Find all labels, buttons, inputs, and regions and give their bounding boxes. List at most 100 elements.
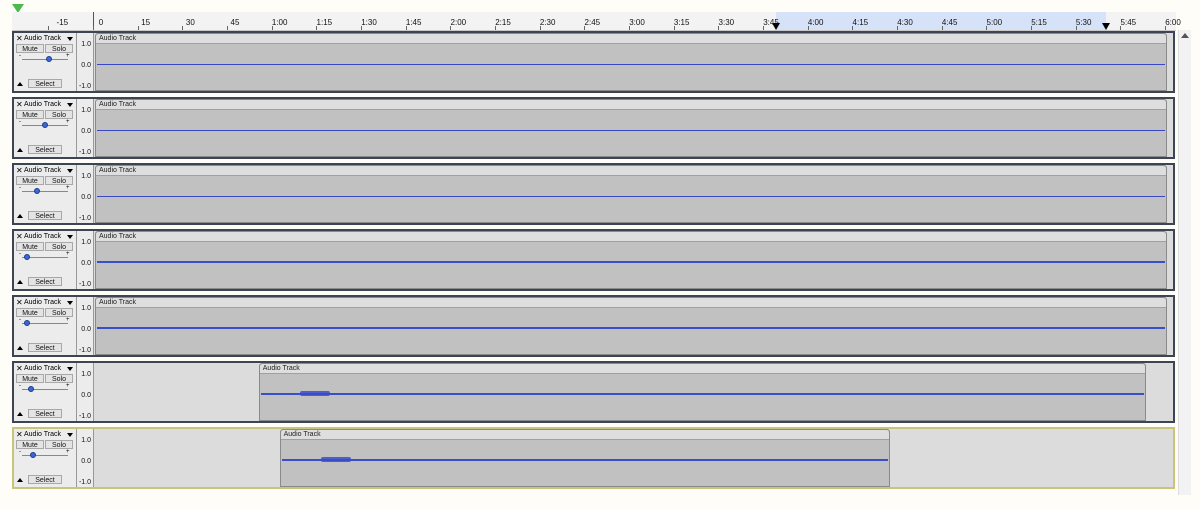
- pan-slider[interactable]: [22, 455, 68, 456]
- mute-button[interactable]: Mute: [16, 110, 44, 119]
- track-name-menu[interactable]: Audio Track: [24, 298, 61, 307]
- vertical-scrollbar[interactable]: [1178, 30, 1191, 495]
- dropdown-icon[interactable]: [67, 433, 73, 437]
- pan-slider-thumb[interactable]: [30, 452, 36, 458]
- close-icon[interactable]: ✕: [16, 299, 23, 307]
- audio-clip[interactable]: Audio Track: [95, 297, 1167, 355]
- mute-button[interactable]: Mute: [16, 440, 44, 449]
- clip-name: Audio Track: [99, 167, 136, 174]
- audio-clip[interactable]: Audio Track: [95, 231, 1167, 289]
- pan-slider[interactable]: [22, 191, 68, 192]
- collapse-icon[interactable]: [17, 346, 23, 350]
- pan-slider-thumb[interactable]: [42, 122, 48, 128]
- audio-track[interactable]: ✕ Audio Track Mute Solo - + Select 1.0 0…: [12, 31, 1175, 93]
- waveform: [97, 327, 1165, 329]
- ruler-tick-label: 1:45: [405, 18, 422, 27]
- clip-header[interactable]: Audio Track: [280, 430, 890, 440]
- close-icon[interactable]: ✕: [16, 431, 23, 439]
- clip-header[interactable]: Audio Track: [259, 364, 1146, 374]
- collapse-icon[interactable]: [17, 214, 23, 218]
- mute-button[interactable]: Mute: [16, 374, 44, 383]
- close-icon[interactable]: ✕: [16, 233, 23, 241]
- solo-button[interactable]: Solo: [45, 308, 73, 317]
- ruler-tick-label: 3:45: [763, 18, 779, 27]
- select-button[interactable]: Select: [28, 343, 62, 352]
- clip-header[interactable]: Audio Track: [96, 298, 1166, 308]
- clip-header[interactable]: Audio Track: [96, 100, 1166, 110]
- select-button[interactable]: Select: [28, 409, 62, 418]
- clip-header[interactable]: Audio Track: [96, 166, 1166, 176]
- mute-button[interactable]: Mute: [16, 242, 44, 251]
- audio-track[interactable]: ✕ Audio Track Mute Solo - + Select 1.0 0…: [12, 427, 1175, 489]
- audio-track[interactable]: ✕ Audio Track Mute Solo - + Select 1.0 0…: [12, 295, 1175, 357]
- scroll-up-icon[interactable]: [1181, 33, 1189, 38]
- audio-track[interactable]: ✕ Audio Track Mute Solo - + Select 1.0 0…: [12, 229, 1175, 291]
- pan-min-label: -: [19, 317, 21, 323]
- waveform: [97, 196, 1165, 197]
- select-button[interactable]: Select: [28, 145, 62, 154]
- dropdown-icon[interactable]: [67, 37, 73, 41]
- ruler-tick-mark: [361, 26, 362, 30]
- timeline-ruler[interactable]: -15 0 15 30 45 1:00 1:15 1:30 1:45 2:00 2:15 2:30 2:…: [12, 12, 1181, 31]
- pan-slider-thumb[interactable]: [24, 254, 30, 260]
- audio-track[interactable]: ✕ Audio Track Mute Solo - + Select 1.0 0…: [12, 163, 1175, 225]
- solo-button[interactable]: Solo: [45, 242, 73, 251]
- audio-track[interactable]: ✕ Audio Track Mute Solo - + Select 1.0 0…: [12, 97, 1175, 159]
- select-button[interactable]: Select: [28, 277, 62, 286]
- track-control-panel: ✕ Audio Track Mute Solo - + Select: [14, 33, 77, 91]
- ruler-tick-mark: [763, 26, 764, 30]
- select-button[interactable]: Select: [28, 211, 62, 220]
- pan-slider-thumb[interactable]: [34, 188, 40, 194]
- pan-slider-thumb[interactable]: [46, 56, 52, 62]
- close-icon[interactable]: ✕: [16, 365, 23, 373]
- select-button[interactable]: Select: [28, 79, 62, 88]
- close-icon[interactable]: ✕: [16, 101, 23, 109]
- mute-button[interactable]: Mute: [16, 44, 44, 53]
- audio-clip[interactable]: Audio Track: [258, 363, 1147, 421]
- solo-button[interactable]: Solo: [45, 440, 73, 449]
- audio-clip[interactable]: Audio Track: [279, 429, 891, 487]
- collapse-icon[interactable]: [17, 412, 23, 416]
- solo-button[interactable]: Solo: [45, 44, 73, 53]
- clip-header[interactable]: Audio Track: [96, 34, 1166, 44]
- selection-end-icon[interactable]: [1102, 23, 1110, 30]
- collapse-icon[interactable]: [17, 478, 23, 482]
- track-name-menu[interactable]: Audio Track: [24, 232, 61, 241]
- track-name-menu[interactable]: Audio Track: [24, 34, 61, 43]
- dropdown-icon[interactable]: [67, 169, 73, 173]
- ruler-tick-label: 2:30: [539, 18, 556, 27]
- collapse-icon[interactable]: [17, 280, 23, 284]
- ruler-tick-label: 1:15: [316, 18, 333, 27]
- track-name-menu[interactable]: Audio Track: [24, 100, 61, 109]
- ruler-tick-mark: [227, 26, 228, 30]
- dropdown-icon[interactable]: [67, 235, 73, 239]
- dropdown-icon[interactable]: [67, 103, 73, 107]
- audio-clip[interactable]: Audio Track: [95, 99, 1167, 157]
- track-name-menu[interactable]: Audio Track: [24, 166, 61, 175]
- pan-slider-thumb[interactable]: [24, 320, 30, 326]
- pan-slider-thumb[interactable]: [28, 386, 34, 392]
- mute-button[interactable]: Mute: [16, 176, 44, 185]
- dropdown-icon[interactable]: [67, 301, 73, 305]
- collapse-icon[interactable]: [17, 148, 23, 152]
- track-name-menu[interactable]: Audio Track: [24, 430, 61, 439]
- scale-bottom-label: -1.0: [78, 413, 91, 420]
- solo-button[interactable]: Solo: [45, 374, 73, 383]
- collapse-icon[interactable]: [17, 82, 23, 86]
- solo-button[interactable]: Solo: [45, 176, 73, 185]
- select-button[interactable]: Select: [28, 475, 62, 484]
- audio-track[interactable]: ✕ Audio Track Mute Solo - + Select 1.0 0…: [12, 361, 1175, 423]
- audio-clip[interactable]: Audio Track: [95, 33, 1167, 91]
- dropdown-icon[interactable]: [67, 367, 73, 371]
- pan-min-label: -: [19, 383, 21, 389]
- pan-slider[interactable]: [22, 59, 68, 60]
- track-name-menu[interactable]: Audio Track: [24, 364, 61, 373]
- mute-button[interactable]: Mute: [16, 308, 44, 317]
- scale-mid-label: 0.0: [81, 392, 91, 399]
- close-icon[interactable]: ✕: [16, 35, 23, 43]
- scale-top-label: 1.0: [81, 41, 91, 48]
- audio-clip[interactable]: Audio Track: [95, 165, 1167, 223]
- solo-button[interactable]: Solo: [45, 110, 73, 119]
- clip-header[interactable]: Audio Track: [96, 232, 1166, 242]
- close-icon[interactable]: ✕: [16, 167, 23, 175]
